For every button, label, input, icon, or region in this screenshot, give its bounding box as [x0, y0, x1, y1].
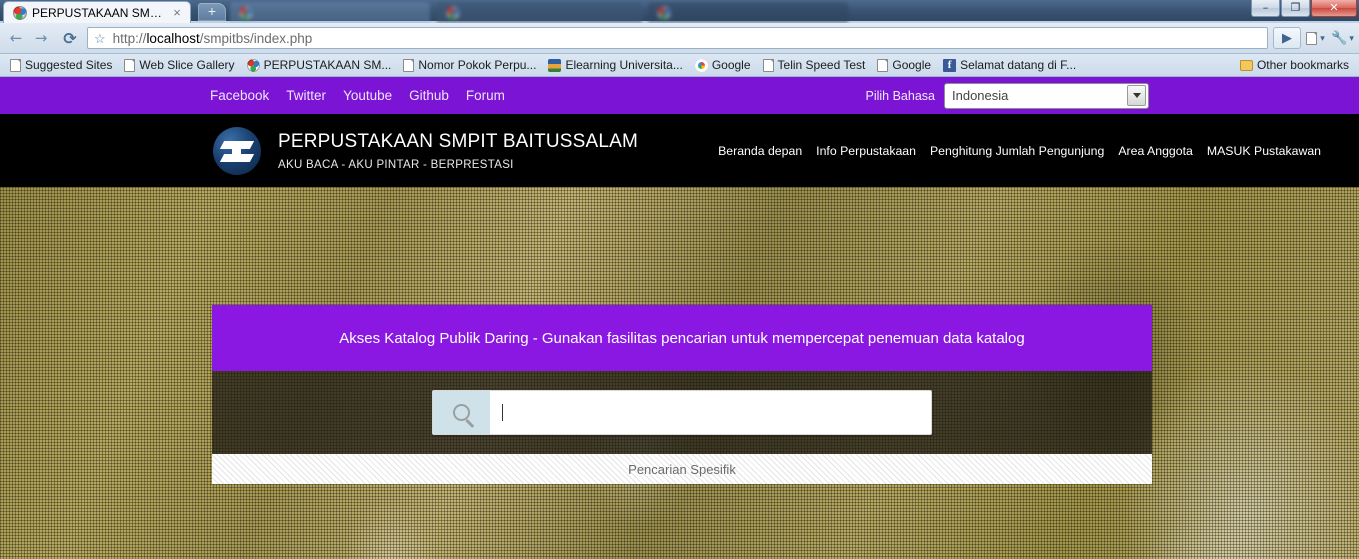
specific-search-link[interactable]: Pencarian Spesifik — [212, 454, 1152, 484]
site-favicon-icon — [13, 5, 27, 20]
bookmark-label: Selamat datang di F... — [960, 58, 1077, 72]
opac-banner-text: Akses Katalog Publik Daring - Gunakan fa… — [212, 305, 1152, 371]
elearning-icon — [548, 58, 562, 72]
chevron-down-icon: ▾ — [1349, 32, 1354, 43]
folder-icon — [1239, 59, 1253, 71]
facebook-icon: f — [943, 58, 957, 72]
search-input[interactable] — [490, 391, 931, 434]
text-cursor — [502, 404, 503, 421]
nav-area-anggota[interactable]: Area Anggota — [1118, 144, 1193, 158]
restore-button[interactable]: ❐ — [1281, 0, 1310, 17]
bookmark-web-slice-gallery[interactable]: Web Slice Gallery — [118, 58, 240, 72]
bookmark-google-1[interactable]: Google — [689, 58, 757, 72]
social-link-forum[interactable]: Forum — [466, 88, 505, 103]
bookmark-suggested-sites[interactable]: Suggested Sites — [4, 58, 118, 72]
nav-info-perpustakaan[interactable]: Info Perpustakaan — [816, 144, 916, 158]
reload-icon[interactable]: ⟳ — [58, 27, 82, 49]
site-header: PERPUSTAKAAN SMPIT BAITUSSALAM AKU BACA … — [0, 114, 1359, 187]
site-title: PERPUSTAKAAN SMPIT BAITUSSALAM — [278, 130, 639, 152]
bookmark-google-2[interactable]: Google — [871, 58, 937, 72]
social-link-facebook[interactable]: Facebook — [210, 88, 269, 103]
bookmark-telin-speed-test[interactable]: Telin Speed Test — [757, 58, 872, 72]
url-host: localhost — [146, 30, 200, 46]
bookmarks-bar: Suggested Sites Web Slice Gallery PERPUS… — [0, 54, 1359, 77]
tab-favicon — [446, 5, 460, 20]
bookmark-label: Telin Speed Test — [777, 58, 866, 72]
language-selected-value: Indonesia — [952, 88, 1009, 103]
url-path: /smpitbs/index.php — [199, 30, 313, 46]
bookmark-perpustakaan[interactable]: PERPUSTAKAAN SM... — [241, 58, 398, 72]
bookmark-label: Suggested Sites — [25, 58, 113, 72]
chevron-down-icon[interactable] — [1127, 85, 1146, 106]
search-box[interactable] — [432, 390, 932, 435]
social-link-github[interactable]: Github — [409, 88, 449, 103]
page-viewport: Facebook Twitter Youtube Github Forum Pi… — [0, 77, 1359, 559]
library-logo-icon — [213, 126, 261, 175]
new-tab-button[interactable]: + — [198, 3, 226, 21]
forward-icon[interactable]: → — [29, 27, 53, 49]
site-logo-icon — [246, 58, 260, 72]
social-link-youtube[interactable]: Youtube — [343, 88, 392, 103]
bookmark-label: Web Slice Gallery — [139, 58, 235, 72]
minimize-button[interactable]: – — [1251, 0, 1280, 17]
active-tab[interactable]: PERPUSTAKAAN SMPIT ... × — [4, 2, 190, 23]
page-icon — [762, 58, 774, 72]
page-icon — [124, 58, 136, 72]
page-icon — [877, 58, 889, 72]
window-controls: – ❐ ✕ — [1251, 0, 1357, 17]
close-window-button[interactable]: ✕ — [1311, 0, 1357, 17]
tab-favicon — [657, 5, 671, 20]
social-links: Facebook Twitter Youtube Github Forum — [210, 88, 505, 103]
other-bookmarks-button[interactable]: Other bookmarks — [1232, 58, 1355, 72]
background-tab-3[interactable] — [648, 2, 848, 23]
language-label: Pilih Bahasa — [865, 88, 936, 103]
url-text: http://localhost/smpitbs/index.php — [113, 31, 313, 46]
address-bar[interactable]: ☆ http://localhost/smpitbs/index.php — [87, 27, 1268, 49]
bookmark-star-icon[interactable]: ☆ — [94, 32, 106, 45]
url-prefix: http:// — [112, 30, 147, 46]
page-icon — [1306, 31, 1318, 45]
site-brand[interactable]: PERPUSTAKAAN SMPIT BAITUSSALAM AKU BACA … — [213, 126, 639, 175]
language-selector-group: Pilih Bahasa Indonesia — [865, 82, 1149, 109]
wrench-icon: 🔧 — [1331, 30, 1348, 45]
page-icon — [403, 58, 415, 72]
background-tab-1[interactable] — [230, 2, 430, 23]
browser-window: PERPUSTAKAAN SMPIT ... × + – ❐ ✕ ← → ⟳ ☆… — [0, 0, 1359, 559]
bookmark-facebook[interactable]: f Selamat datang di F... — [937, 58, 1082, 72]
go-button[interactable]: ▶ — [1273, 27, 1301, 49]
bookmark-label: PERPUSTAKAAN SM... — [263, 58, 392, 72]
tab-strip: PERPUSTAKAAN SMPIT ... × + – ❐ ✕ — [0, 0, 1359, 23]
bookmark-label: Nomor Pokok Perpu... — [418, 58, 537, 72]
google-icon — [694, 58, 708, 72]
page-icon — [10, 58, 21, 72]
main-navigation: Beranda depan Info Perpustakaan Penghitu… — [718, 144, 1321, 158]
opac-card: Akses Katalog Publik Daring - Gunakan fa… — [212, 305, 1152, 484]
magnifier-icon — [453, 404, 470, 421]
browser-toolbar: ← → ⟳ ☆ http://localhost/smpitbs/index.p… — [0, 23, 1359, 54]
language-select[interactable]: Indonesia — [944, 82, 1149, 109]
nav-masuk-pustakawan[interactable]: MASUK Pustakawan — [1207, 144, 1321, 158]
bookmark-label: Other bookmarks — [1256, 58, 1349, 72]
tab-favicon — [239, 5, 253, 20]
bookmark-label: Google — [892, 58, 932, 72]
wrench-menu-button[interactable]: 🔧 ▾ — [1330, 27, 1355, 49]
bookmark-label: Google — [711, 58, 751, 72]
search-button[interactable] — [433, 391, 490, 434]
chevron-down-icon: ▾ — [1320, 32, 1325, 43]
social-link-twitter[interactable]: Twitter — [286, 88, 326, 103]
bookmark-nomor-pokok[interactable]: Nomor Pokok Perpu... — [397, 58, 542, 72]
active-tab-title: PERPUSTAKAAN SMPIT ... — [32, 5, 166, 20]
back-icon[interactable]: ← — [4, 27, 28, 49]
site-tagline: AKU BACA - AKU PINTAR - BERPRESTASI — [278, 158, 514, 171]
opac-search-area — [212, 371, 1152, 454]
page-menu-button[interactable]: ▾ — [1303, 27, 1328, 49]
bookmark-elearning[interactable]: Elearning Universita... — [542, 58, 688, 72]
close-tab-icon[interactable]: × — [170, 6, 184, 20]
background-tab-2[interactable] — [437, 2, 642, 23]
site-topbar: Facebook Twitter Youtube Github Forum Pi… — [0, 77, 1359, 114]
nav-beranda-depan[interactable]: Beranda depan — [718, 144, 802, 158]
nav-penghitung-pengunjung[interactable]: Penghitung Jumlah Pengunjung — [930, 144, 1104, 158]
bookmark-label: Elearning Universita... — [565, 58, 683, 72]
